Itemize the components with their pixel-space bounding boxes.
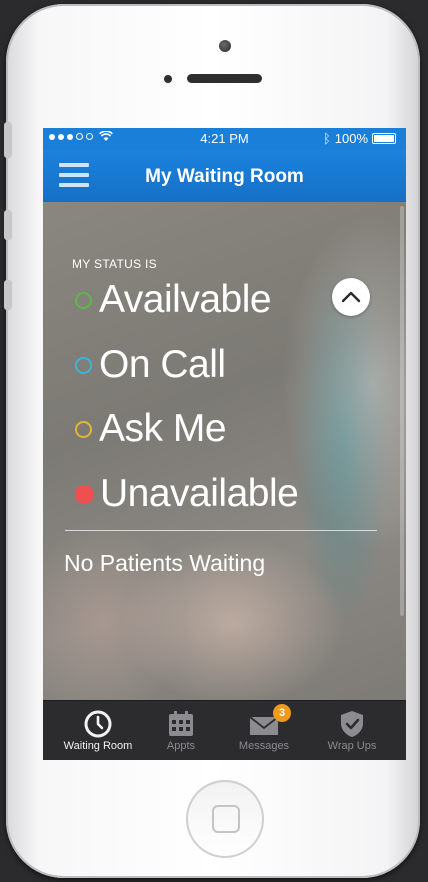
mute-switch xyxy=(4,122,12,158)
battery-status: ᛒ 100% xyxy=(323,131,396,146)
front-camera xyxy=(219,40,231,52)
tab-label: Waiting Room xyxy=(63,740,133,752)
status-option-label: Unavailable xyxy=(100,472,299,515)
shield-check-icon xyxy=(341,711,363,737)
tab-label: Wrap Ups xyxy=(327,740,377,752)
tab-messages[interactable]: 3 Messages xyxy=(223,701,305,760)
battery-icon xyxy=(372,133,396,144)
status-ring-icon xyxy=(75,420,92,438)
home-button-square-icon xyxy=(212,805,240,833)
status-ring-icon xyxy=(75,291,92,309)
status-option-on-call[interactable]: On Call xyxy=(75,343,226,387)
battery-percent: 100% xyxy=(334,131,368,146)
scrollbar[interactable] xyxy=(400,206,404,616)
clock-icon xyxy=(84,710,112,738)
waiting-room-content: MY STATUS IS Availvable On Call Ask Me U… xyxy=(43,202,406,700)
status-ring-icon xyxy=(75,356,92,374)
tab-appts[interactable]: Appts xyxy=(140,701,222,760)
chevron-up-icon xyxy=(341,291,361,303)
section-divider xyxy=(65,530,377,531)
status-section-label: MY STATUS IS xyxy=(72,257,157,271)
tab-bar: Waiting Room Appts 3 Messages Wrap Ups xyxy=(43,700,406,760)
waiting-patients-status: No Patients Waiting xyxy=(64,550,266,576)
status-option-available[interactable]: Availvable xyxy=(75,278,272,322)
status-option-label: On Call xyxy=(99,343,226,386)
message-count-badge: 3 xyxy=(273,704,291,722)
app-screen: 4:21 PM ᛒ 100% My Waiting Room MY STATUS… xyxy=(43,128,406,760)
calendar-icon xyxy=(169,711,193,736)
volume-up-button xyxy=(4,210,12,240)
status-option-label: Ask Me xyxy=(99,407,227,450)
volume-down-button xyxy=(4,280,12,310)
tab-label: Messages xyxy=(238,740,290,752)
page-title: My Waiting Room xyxy=(145,166,304,187)
collapse-status-button[interactable] xyxy=(332,278,370,316)
status-option-label: Availvable xyxy=(99,278,272,321)
nav-bar: My Waiting Room xyxy=(43,150,406,202)
proximity-sensor xyxy=(164,75,172,83)
earpiece-speaker xyxy=(187,74,262,83)
status-option-ask-me[interactable]: Ask Me xyxy=(75,407,227,451)
tab-waiting-room[interactable]: Waiting Room xyxy=(57,701,139,760)
status-selected-dot-icon xyxy=(75,484,94,504)
tab-wrap-ups[interactable]: Wrap Ups xyxy=(311,701,393,760)
status-bar: 4:21 PM ᛒ 100% xyxy=(43,128,406,150)
tab-label: Appts xyxy=(166,740,196,752)
bluetooth-icon: ᛒ xyxy=(322,131,331,146)
status-option-unavailable[interactable]: Unavailable xyxy=(75,472,299,516)
